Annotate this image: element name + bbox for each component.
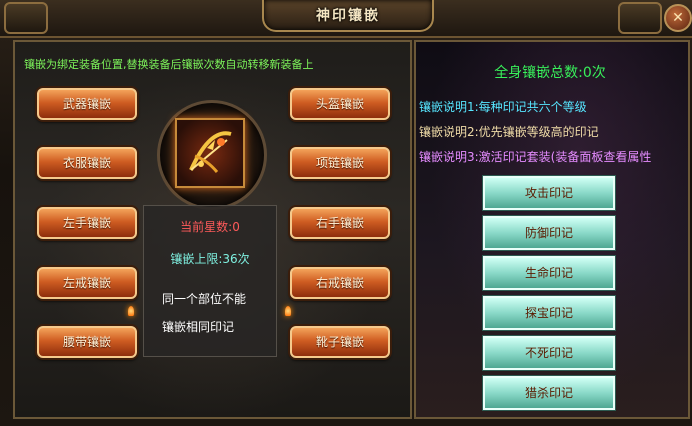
rule-note-line2: 镶嵌相同印记: [162, 320, 235, 334]
equipment-slot[interactable]: [175, 118, 245, 188]
treasure-mark-button[interactable]: 探宝印记: [483, 296, 615, 330]
close-button[interactable]: ✕: [664, 4, 692, 32]
attack-mark-button[interactable]: 攻击印记: [483, 176, 615, 210]
current-star-count: 当前星数:0: [180, 220, 240, 234]
life-mark-button[interactable]: 生命印记: [483, 256, 615, 290]
title-plate: 神印镶嵌: [262, 0, 434, 32]
belt-inlay-button[interactable]: 腰带镶嵌: [37, 326, 137, 358]
inlay-limit: 镶嵌上限:36次: [170, 252, 250, 266]
golden-crossbow-icon: [189, 131, 232, 173]
undying-mark-button[interactable]: 不死印记: [483, 336, 615, 370]
inlay-window: 神印镶嵌 ✕ 镶嵌为绑定装备位置,替换装备后镶嵌次数自动转移新装备上 武器镶嵌 …: [0, 0, 692, 426]
inlay-description-1: 镶嵌说明1:每种印记共六个等级: [419, 100, 587, 114]
inlay-info-box: 当前星数:0 镶嵌上限:36次 同一个部位不能 镶嵌相同印记: [143, 205, 277, 357]
hunt-mark-button[interactable]: 猎杀印记: [483, 376, 615, 410]
right-ring-inlay-button[interactable]: 右戒镶嵌: [290, 267, 390, 299]
right-ornament: [618, 2, 662, 34]
candle-left: [128, 306, 134, 316]
inlay-description-3: 镶嵌说明3:激活印记套装(装备面板查看属性: [419, 150, 652, 164]
boots-inlay-button[interactable]: 靴子镶嵌: [290, 326, 390, 358]
title-bar: 神印镶嵌 ✕: [0, 0, 692, 38]
inlay-description-2: 镶嵌说明2:优先镶嵌等级高的印记: [419, 125, 599, 139]
right-hand-inlay-button[interactable]: 右手镶嵌: [290, 207, 390, 239]
binding-hint: 镶嵌为绑定装备位置,替换装备后镶嵌次数自动转移新装备上: [24, 58, 314, 71]
necklace-inlay-button[interactable]: 项链镶嵌: [290, 147, 390, 179]
left-ring-inlay-button[interactable]: 左戒镶嵌: [37, 267, 137, 299]
defense-mark-button[interactable]: 防御印记: [483, 216, 615, 250]
window-title: 神印镶嵌: [316, 8, 380, 24]
left-hand-inlay-button[interactable]: 左手镶嵌: [37, 207, 137, 239]
total-inlay-count: 全身镶嵌总数:0次: [494, 65, 606, 81]
rule-note-line1: 同一个部位不能: [162, 292, 247, 306]
candle-right: [285, 306, 291, 316]
helmet-inlay-button[interactable]: 头盔镶嵌: [290, 88, 390, 120]
left-ornament: [4, 2, 48, 34]
armor-inlay-button[interactable]: 衣服镶嵌: [37, 147, 137, 179]
close-icon: ✕: [672, 10, 684, 26]
weapon-inlay-button[interactable]: 武器镶嵌: [37, 88, 137, 120]
